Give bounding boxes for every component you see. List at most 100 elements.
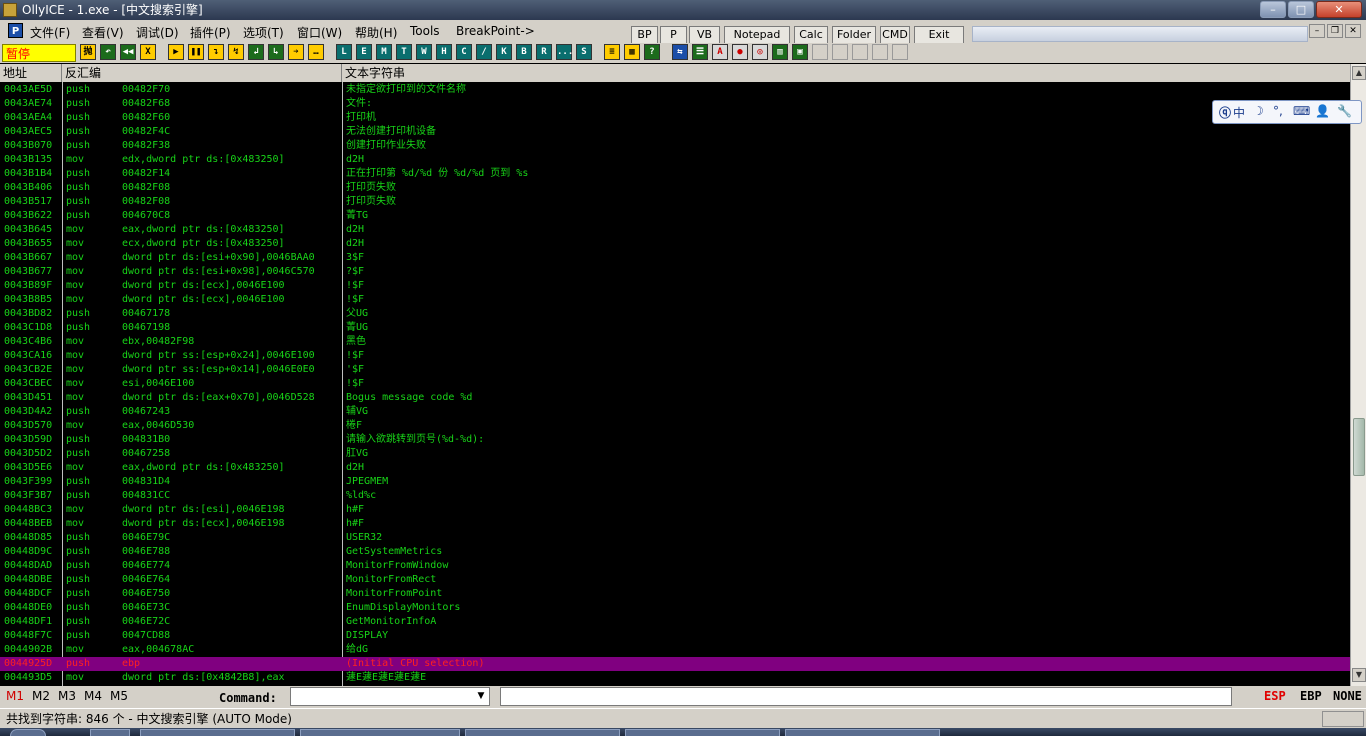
column-address[interactable]: 地址 <box>0 64 62 82</box>
table-row[interactable]: 0044902B mov eax,004678AC 给dG <box>0 643 1350 657</box>
table-row[interactable]: 0043CA16 mov dword ptr ss:[esp+0x24],0046E… <box>0 349 1350 363</box>
notepad-button[interactable]: Notepad <box>724 26 790 44</box>
ime-chinese-mode[interactable]: 中 <box>1233 104 1245 121</box>
mdi-restore-button[interactable]: ❐ <box>1327 24 1343 38</box>
toolbar-tool-12-icon[interactable]: L <box>336 44 352 60</box>
toolbar-tool-2-icon[interactable]: ◀◀ <box>120 44 136 60</box>
mdi-child-icon[interactable]: P <box>8 23 23 38</box>
ime-keyboard-icon[interactable]: ⌨ <box>1293 104 1310 118</box>
toolbar-tool-9-icon[interactable]: ↳ <box>268 44 284 60</box>
table-row[interactable]: 00448DAD push 0046E774 MonitorFromWindow <box>0 559 1350 573</box>
toolbar-tool-27-icon[interactable]: ? <box>644 44 660 60</box>
table-row[interactable]: 0043CBEC mov esi,0046E100 !$F <box>0 377 1350 391</box>
table-row[interactable]: 00448BC3 mov dword ptr ds:[esi],0046E198 h#… <box>0 503 1350 517</box>
ime-logo-icon[interactable]: ⓠ <box>1219 104 1231 121</box>
column-text-string[interactable]: 文本字符串 <box>342 64 1350 82</box>
toolbar-tool-36-icon[interactable] <box>832 44 848 60</box>
table-row[interactable]: 0043B655 mov ecx,dword ptr ds:[0x483250] d2… <box>0 237 1350 251</box>
toolbar-tool-0-icon[interactable]: 抛 <box>80 44 96 60</box>
ime-user-icon[interactable]: 👤 <box>1315 104 1330 118</box>
exit-button[interactable]: Exit <box>914 26 964 44</box>
table-row[interactable]: 0043B1B4 push 00482F14 正在打印第 %d/%d 份 %d/%d … <box>0 167 1350 181</box>
table-row[interactable]: 0043B070 push 00482F38 创建打印作业失败 <box>0 139 1350 153</box>
table-row[interactable]: 00448DE0 push 0046E73C EnumDisplayMonitors <box>0 601 1350 615</box>
toolbar-tool-26-icon[interactable]: ▦ <box>624 44 640 60</box>
toolbar-tool-16-icon[interactable]: W <box>416 44 432 60</box>
menu-plugins[interactable]: 插件(P) <box>190 24 231 41</box>
table-row[interactable]: 00448DBE push 0046E764 MonitorFromRect <box>0 573 1350 587</box>
toolbar-tool-13-icon[interactable]: E <box>356 44 372 60</box>
toolbar-tool-35-icon[interactable] <box>812 44 828 60</box>
scroll-up-icon[interactable]: ▲ <box>1352 66 1366 80</box>
table-row[interactable]: 00448D85 push 0046E79C USER32 <box>0 531 1350 545</box>
chevron-down-icon[interactable]: ▼ <box>474 688 488 704</box>
toolbar-tool-23-icon[interactable]: ... <box>556 44 573 60</box>
toolbar-tool-7-icon[interactable]: ↯ <box>228 44 244 60</box>
table-row[interactable]: 0043BD82 push 00467178 父UG <box>0 307 1350 321</box>
toolbar-tool-1-icon[interactable]: ↶ <box>100 44 116 60</box>
table-row[interactable]: 0043B89F mov dword ptr ds:[ecx],0046E100 !$… <box>0 279 1350 293</box>
menu-help[interactable]: 帮助(H) <box>355 24 397 41</box>
table-row[interactable]: 0043AEA4 push 00482F60 打印机 <box>0 111 1350 125</box>
ime-halfwidth-icon[interactable]: ☽ <box>1253 104 1264 118</box>
toolbar-tool-22-icon[interactable]: R <box>536 44 552 60</box>
table-row[interactable]: 0043D4A2 push 00467243 辅VG <box>0 405 1350 419</box>
toolbar-tool-38-icon[interactable] <box>872 44 888 60</box>
menu-options[interactable]: 选项(T) <box>243 24 284 41</box>
toolbar-tool-3-icon[interactable]: X <box>140 44 156 60</box>
table-row[interactable]: 0043F3B7 push 004831CC %ld%c <box>0 489 1350 503</box>
menu-tools[interactable]: Tools <box>410 24 440 38</box>
table-row[interactable]: 0043AE5D push 00482F70 未指定欲打印到的文件名称 <box>0 83 1350 97</box>
m2-tab[interactable]: M2 <box>32 689 50 703</box>
calc-button[interactable]: Calc <box>794 26 828 44</box>
scroll-thumb[interactable] <box>1353 418 1365 476</box>
taskbar-button[interactable] <box>625 729 780 736</box>
menu-view[interactable]: 查看(V) <box>82 24 124 41</box>
table-row[interactable]: 0043AEC5 push 00482F4C 无法创建打印机设备 <box>0 125 1350 139</box>
toolbar-tool-10-icon[interactable]: ➔ <box>288 44 304 60</box>
toolbar-tool-18-icon[interactable]: C <box>456 44 472 60</box>
table-row[interactable]: 0043B667 mov dword ptr ds:[esi+0x90],0046B… <box>0 251 1350 265</box>
toolbar-tool-15-icon[interactable]: T <box>396 44 412 60</box>
taskbar-button[interactable] <box>90 729 130 736</box>
table-row[interactable]: 0043D451 mov dword ptr ds:[eax+0x70],0046D… <box>0 391 1350 405</box>
vb-button[interactable]: VB <box>689 26 720 44</box>
table-row[interactable]: 0043D570 mov eax,0046D530 棬F <box>0 419 1350 433</box>
vertical-scrollbar[interactable]: ▲ ▼ <box>1350 64 1366 686</box>
toolbar-tool-31-icon[interactable]: ● <box>732 44 748 60</box>
menu-breakpoint[interactable]: BreakPoint-> <box>456 24 535 38</box>
toolbar-tool-14-icon[interactable]: M <box>376 44 392 60</box>
toolbar-tool-33-icon[interactable]: ▥ <box>772 44 788 60</box>
none-register-button[interactable]: NONE <box>1333 689 1362 703</box>
table-row[interactable]: 0043CB2E mov dword ptr ss:[esp+0x14],0046E… <box>0 363 1350 377</box>
command-input[interactable] <box>290 687 490 706</box>
esp-register-button[interactable]: ESP <box>1264 689 1286 703</box>
toolbar-tool-24-icon[interactable]: S <box>576 44 592 60</box>
m4-tab[interactable]: M4 <box>84 689 102 703</box>
taskbar-button[interactable] <box>140 729 295 736</box>
taskbar-button[interactable] <box>785 729 940 736</box>
mdi-minimize-button[interactable]: – <box>1309 24 1325 38</box>
table-row[interactable]: 004493D5 mov dword ptr ds:[0x4842B8],eax 蘧E… <box>0 671 1350 685</box>
minimize-button[interactable]: – <box>1260 1 1286 18</box>
table-row[interactable]: 0043AE74 push 00482F68 文件: <box>0 97 1350 111</box>
table-row[interactable]: 0043B135 mov edx,dword ptr ds:[0x483250] d2… <box>0 153 1350 167</box>
ime-punctuation-icon[interactable]: °, <box>1273 104 1283 118</box>
table-row[interactable]: 0043D5E6 mov eax,dword ptr ds:[0x483250] d2… <box>0 461 1350 475</box>
table-row[interactable]: 0043B8B5 mov dword ptr ds:[ecx],0046E100 !$… <box>0 293 1350 307</box>
toolbar-tool-32-icon[interactable]: ◎ <box>752 44 768 60</box>
m1-tab[interactable]: M1 <box>6 689 24 703</box>
toolbar-tool-17-icon[interactable]: H <box>436 44 452 60</box>
toolbar-tool-30-icon[interactable]: A <box>712 44 728 60</box>
bp-button[interactable]: BP <box>631 26 658 44</box>
table-row[interactable]: 00448D9C push 0046E788 GetSystemMetrics <box>0 545 1350 559</box>
table-row[interactable]: 0043F399 push 004831D4 JPEGMEM <box>0 475 1350 489</box>
toolbar-tool-19-icon[interactable]: / <box>476 44 492 60</box>
toolbar-tool-29-icon[interactable]: ☰ <box>692 44 708 60</box>
mdi-close-button[interactable]: ✕ <box>1345 24 1361 38</box>
toolbar-tool-8-icon[interactable]: ↲ <box>248 44 264 60</box>
ebp-register-button[interactable]: EBP <box>1300 689 1322 703</box>
table-row[interactable]: 0043D5D2 push 00467258 肛VG <box>0 447 1350 461</box>
m5-tab[interactable]: M5 <box>110 689 128 703</box>
table-row[interactable]: 0043C1D8 push 00467198 菁UG <box>0 321 1350 335</box>
